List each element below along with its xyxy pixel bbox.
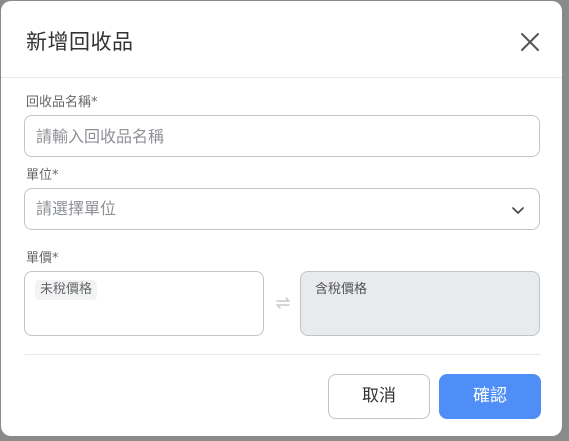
cancel-button[interactable]: 取消	[328, 374, 430, 419]
add-recycle-item-dialog: 新增回收品 回收品名稱* 單位* 請選擇單位 單價* 未稅價格 含稅價格 取消 …	[1, 1, 562, 436]
dialog-title: 新增回收品	[26, 30, 134, 54]
dialog-header: 新增回收品	[1, 1, 562, 78]
close-button[interactable]	[516, 28, 544, 56]
chevron-down-icon	[512, 207, 524, 214]
close-icon	[521, 33, 539, 51]
unit-select-placeholder: 請選擇單位	[36, 199, 117, 218]
name-input-wrapper	[24, 115, 540, 157]
taxed-price-label: 含稅價格	[315, 282, 368, 297]
price-field-label: 單價*	[26, 251, 59, 266]
taxed-price-input: 含稅價格	[300, 271, 540, 336]
name-field-label: 回收品名稱*	[26, 95, 98, 110]
untaxed-price-input[interactable]: 未稅價格	[24, 271, 264, 336]
untaxed-price-label: 未稅價格	[35, 280, 98, 300]
unit-select[interactable]: 請選擇單位	[24, 188, 540, 230]
name-input[interactable]	[25, 116, 539, 156]
confirm-button[interactable]: 確認	[439, 374, 541, 419]
unit-field-label: 單位*	[26, 168, 59, 183]
swap-icon	[276, 297, 290, 309]
footer-divider	[25, 354, 541, 355]
